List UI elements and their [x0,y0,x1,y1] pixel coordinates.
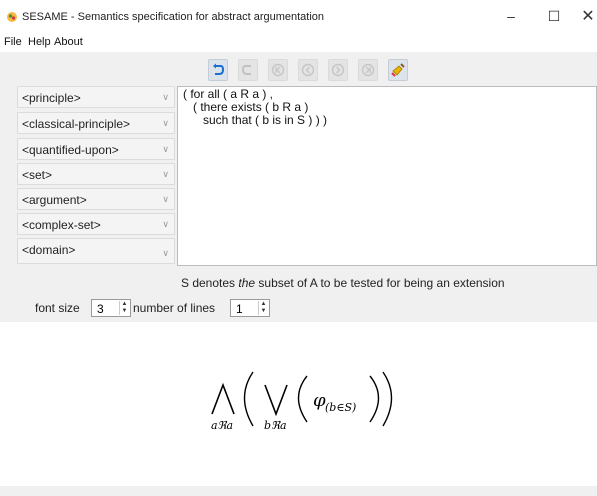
lines-value: 1 [236,302,243,316]
first-button[interactable] [268,59,288,81]
inner-close-paren [369,375,380,423]
next-icon [331,63,345,77]
construct-list: <principle> ∨ <classical-principle> ∨ <q… [17,86,175,266]
stepper-arrows-icon[interactable]: ▲ ▼ [258,301,268,315]
font-size-label: font size [35,301,80,315]
formula-editor-text: ( for all ( a R a ) , ( there exists ( b… [183,87,328,127]
chevron-down-icon: ∨ [162,92,169,102]
menu-about[interactable]: About [54,36,83,48]
previous-icon [301,63,315,77]
list-item-label: <principle> [22,91,81,105]
list-item-label: <quantified-upon> [22,143,119,157]
note-prefix: S denotes [181,276,239,290]
maximize-button[interactable]: ☐ [540,4,568,28]
big-or-symbol [264,384,288,417]
lines-label: number of lines [133,301,216,315]
outer-open-paren [243,371,254,427]
note-suffix: subset of A to be tested for being an ex… [255,276,505,290]
formula-canvas: aℜa bℜa φ (b∈S) [211,371,393,432]
list-item-classical-principle[interactable]: <classical-principle> ∨ [17,112,175,134]
minimize-button[interactable]: – [497,4,525,28]
menu-help[interactable]: Help [28,36,51,48]
list-item-label: <domain> [22,243,76,257]
title-bar: SESAME - Semantics specification for abs… [0,0,597,34]
previous-button[interactable] [298,59,318,81]
app-icon [7,12,17,22]
menu-bar: File Help About [0,34,597,52]
last-button[interactable] [358,59,378,81]
list-item-argument[interactable]: <argument> ∨ [17,188,175,210]
broom-icon [391,63,405,77]
list-item-label: <argument> [22,193,87,207]
chevron-down-icon: ∨ [162,144,169,154]
next-button[interactable] [328,59,348,81]
first-icon [271,63,285,77]
extension-note: S denotes the subset of A to be tested f… [181,276,505,290]
undo-button[interactable] [208,59,228,81]
list-item-complex-set[interactable]: <complex-set> ∨ [17,213,175,235]
stepper-arrows-icon[interactable]: ▲ ▼ [119,301,129,315]
bottom-strip [0,486,597,496]
lines-stepper[interactable]: 1 ▲ ▼ [230,299,270,317]
outer-subscript: aℜa [211,419,233,432]
list-item-label: <classical-principle> [22,117,131,131]
rendered-formula: aℜa bℜa φ (b∈S) [17,322,597,486]
inner-subscript: bℜa [264,419,287,432]
chevron-down-icon: ∨ [162,118,169,128]
redo-button[interactable] [238,59,258,81]
close-button[interactable]: ✕ [574,4,597,28]
chevron-down-icon: ∨ [162,248,169,258]
outer-close-paren [382,371,393,427]
big-and-symbol [211,382,235,415]
note-emphasis: the [238,276,256,290]
list-item-quantified-upon[interactable]: <quantified-upon> ∨ [17,138,175,160]
list-item-principle[interactable]: <principle> ∨ [17,86,175,108]
window-title: SESAME - Semantics specification for abs… [22,11,325,23]
list-item-label: <complex-set> [22,218,101,232]
formula-editor[interactable]: ( for all ( a R a ) , ( there exists ( b… [177,86,597,266]
list-item-set[interactable]: <set> ∨ [17,163,175,185]
list-item-domain[interactable]: <domain> ∨ [17,238,175,264]
font-size-value: 3 [97,302,104,316]
chevron-down-icon: ∨ [162,169,169,179]
font-size-stepper[interactable]: 3 ▲ ▼ [91,299,131,317]
last-icon [361,63,375,77]
menu-file[interactable]: File [4,36,22,48]
chevron-down-icon: ∨ [162,194,169,204]
undo-icon [213,63,225,75]
list-item-label: <set> [22,168,53,182]
phi-subscript: (b∈S) [325,401,356,414]
clean-button[interactable] [388,59,408,81]
chevron-down-icon: ∨ [162,219,169,229]
inner-open-paren [297,375,308,423]
redo-icon [241,65,251,75]
